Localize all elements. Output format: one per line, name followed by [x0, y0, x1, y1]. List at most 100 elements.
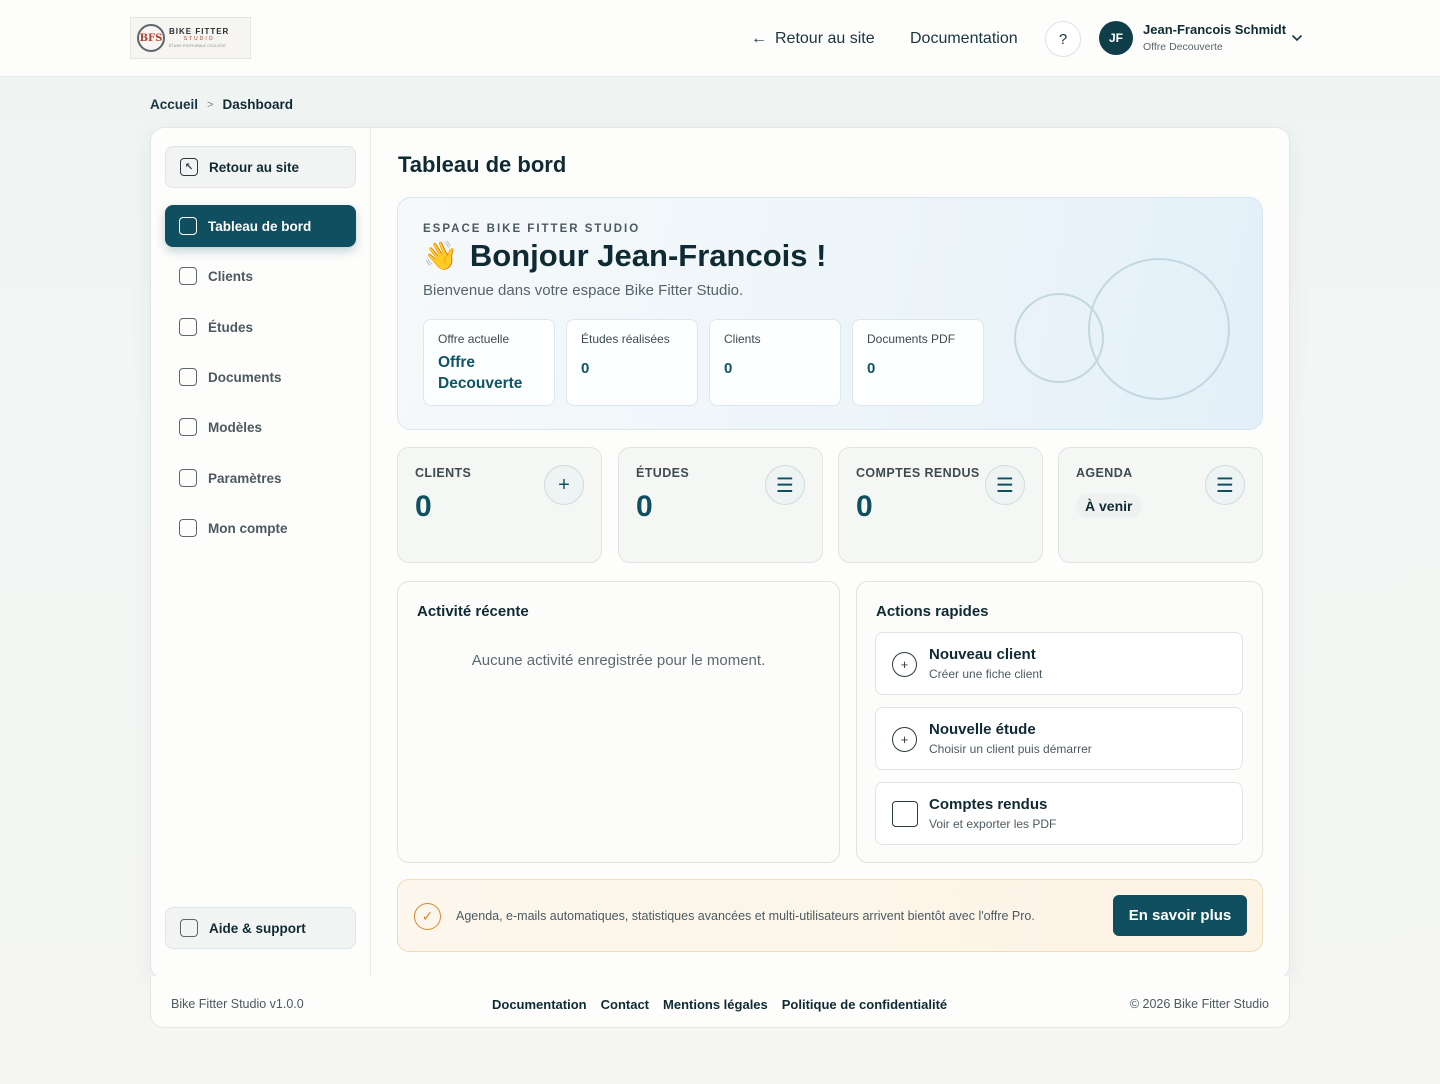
pro-offer-banner: ✓ Agenda, e-mails automatiques, statisti… [397, 879, 1263, 952]
breadcrumb-home[interactable]: Accueil [150, 97, 198, 112]
kpi-value: 0 [636, 490, 653, 523]
user-plan: Offre Decouverte [1143, 41, 1223, 53]
logo-mark: BFS [137, 24, 165, 52]
footer: Bike Fitter Studio v1.0.0 Documentation … [150, 976, 1290, 1028]
brand-logo[interactable]: BFS BIKE FITTER STUDIO ÉTUDE POSTURALE C… [130, 17, 251, 59]
help-icon [180, 919, 198, 937]
modeles-icon [179, 418, 197, 436]
etudes-icon [179, 318, 197, 336]
stat-value: Offre Decouverte [438, 354, 523, 392]
list-icon[interactable]: ☰ [1205, 465, 1245, 505]
user-name[interactable]: Jean-Francois Schmidt [1143, 22, 1286, 37]
kpi-card-agenda: AGENDA À venir ☰ [1058, 447, 1263, 563]
stat-label: Études réalisées [581, 332, 670, 346]
plus-circle-icon: + [892, 652, 917, 677]
quick-action-new-client[interactable]: + Nouveau client Créer une fiche client [875, 632, 1243, 695]
kpi-card-comptes-rendus: COMPTES RENDUS 0 ☰ [838, 447, 1043, 563]
sidebar-item-label: Clients [208, 268, 254, 284]
sidebar-item-label: Modèles [208, 419, 263, 435]
copyright: © 2026 Bike Fitter Studio [1129, 997, 1269, 1011]
learn-more-button[interactable]: En savoir plus [1113, 895, 1247, 936]
sidebar-divider [370, 128, 371, 978]
kpi-card-etudes: ÉTUDES 0 ☰ [618, 447, 823, 563]
quick-action-new-study[interactable]: + Nouvelle étude Choisir un client puis … [875, 707, 1243, 770]
sidebar-item-label: Retour au site [209, 159, 300, 175]
check-circle-icon: ✓ [414, 903, 441, 930]
quick-action-reports[interactable]: Comptes rendus Voir et exporter les PDF [875, 782, 1243, 845]
sidebar-item-label: Documents [208, 369, 282, 385]
promo-text: Agenda, e-mails automatiques, statistiqu… [456, 909, 1035, 923]
chevron-down-icon[interactable] [1291, 32, 1303, 44]
status-badge: À venir [1076, 494, 1142, 518]
page-title: Tableau de bord [398, 152, 567, 177]
sidebar-item-parametres[interactable]: Paramètres [165, 457, 356, 499]
stat-value: 0 [724, 360, 733, 377]
stat-value: 0 [581, 360, 590, 377]
stat-label: Documents PDF [867, 332, 956, 346]
sidebar-item-label: Paramètres [208, 470, 282, 486]
app-version: Bike Fitter Studio v1.0.0 [171, 997, 304, 1011]
plus-circle-icon: + [892, 727, 917, 752]
back-to-site-label: Retour au site [775, 30, 875, 47]
stat-etudes: Études réalisées 0 [566, 319, 698, 406]
plus-icon[interactable]: + [544, 465, 584, 505]
greeting-text: Bonjour Jean-Francois ! [469, 238, 827, 273]
panel-title: Activité récente [417, 603, 529, 620]
sidebar-item-label: Mon compte [208, 520, 288, 536]
quick-action-title: Nouvelle étude [929, 721, 1036, 738]
quick-action-subtitle: Choisir un client puis démarrer [929, 742, 1092, 756]
quick-action-title: Nouveau client [929, 646, 1036, 663]
stat-label: Offre actuelle [438, 332, 510, 346]
footer-link-documentation[interactable]: Documentation [492, 997, 587, 1012]
dashboard-icon [179, 217, 197, 235]
kpi-value: 0 [856, 490, 873, 523]
sidebar-item-mon-compte[interactable]: Mon compte [165, 507, 356, 549]
list-icon[interactable]: ☰ [765, 465, 805, 505]
sidebar-back-to-site[interactable]: ↖ Retour au site [165, 146, 356, 188]
sidebar-item-label: Tableau de bord [208, 218, 312, 234]
kpi-label: ÉTUDES [636, 466, 690, 480]
back-to-site-link[interactable]: ← Retour au site [751, 30, 875, 48]
welcome-banner: ESPACE BIKE FITTER STUDIO 👋 Bonjour Jean… [397, 197, 1263, 430]
footer-link-legal[interactable]: Mentions légales [663, 997, 768, 1012]
sidebar-item-clients[interactable]: Clients [165, 255, 356, 297]
top-bar: BFS BIKE FITTER STUDIO ÉTUDE POSTURALE C… [0, 0, 1440, 77]
question-icon: ? [1058, 30, 1068, 48]
list-icon[interactable]: ☰ [985, 465, 1025, 505]
clients-icon [179, 267, 197, 285]
decorative-circle [1088, 258, 1230, 400]
waving-hand-icon: 👋 [423, 240, 458, 271]
help-button[interactable]: ? [1045, 21, 1081, 57]
document-icon [892, 801, 918, 827]
empty-state-message: Aucune activité enregistrée pour le mome… [471, 652, 766, 669]
stat-label: Clients [724, 332, 761, 346]
breadcrumb-separator: > [207, 98, 214, 111]
stat-value: 0 [867, 360, 876, 377]
logo-subtitle: STUDIO [183, 35, 215, 42]
kpi-card-clients: CLIENTS 0 + [397, 447, 602, 563]
arrow-left-icon: ← [751, 30, 767, 47]
footer-link-privacy[interactable]: Politique de confidentialité [782, 997, 947, 1012]
quick-action-subtitle: Voir et exporter les PDF [929, 817, 1057, 831]
external-link-icon: ↖ [180, 158, 198, 176]
panel-title: Actions rapides [876, 603, 989, 620]
sidebar-item-modeles[interactable]: Modèles [165, 406, 356, 448]
settings-icon [179, 469, 197, 487]
sidebar-item-etudes[interactable]: Études [165, 306, 356, 348]
kpi-label: CLIENTS [415, 466, 472, 480]
sidebar-item-documents[interactable]: Documents [165, 356, 356, 398]
sidebar-help-support[interactable]: Aide & support [165, 907, 356, 949]
footer-link-contact[interactable]: Contact [601, 997, 649, 1012]
kpi-label: AGENDA [1076, 466, 1133, 480]
documents-icon [179, 368, 197, 386]
sidebar-item-label: Études [208, 319, 254, 335]
hero-greeting: 👋 Bonjour Jean-Francois ! [423, 238, 826, 274]
stat-clients: Clients 0 [709, 319, 841, 406]
avatar[interactable]: JF [1099, 21, 1133, 55]
documentation-link[interactable]: Documentation [910, 30, 1018, 48]
footer-links: Documentation Contact Mentions légales P… [492, 997, 947, 1012]
breadcrumb: Accueil > Dashboard [150, 97, 293, 112]
logo-title: BIKE FITTER [169, 26, 230, 36]
stat-documents: Documents PDF 0 [852, 319, 984, 406]
sidebar-item-dashboard[interactable]: Tableau de bord [165, 205, 356, 247]
